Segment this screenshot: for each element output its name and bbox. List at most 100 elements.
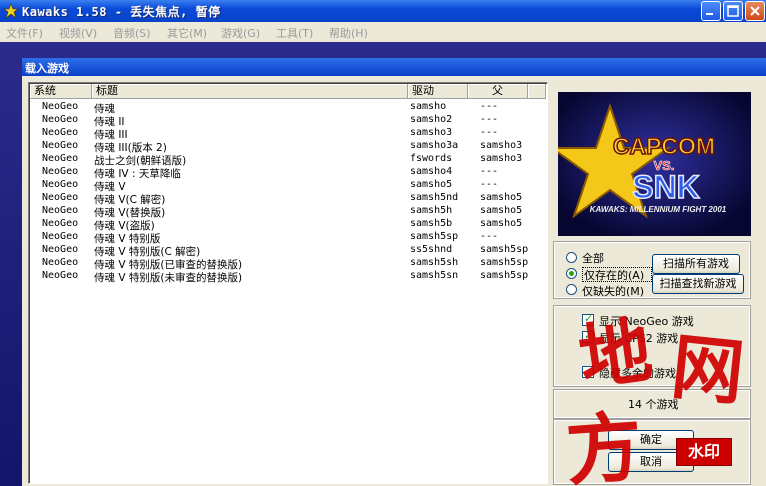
cell-system: NeoGeo	[42, 101, 79, 112]
table-row[interactable]: NeoGeo 侍魂 IV : 天草降临 samsho4 ---	[30, 166, 546, 180]
cell-system: NeoGeo	[42, 244, 79, 255]
cell-driver: samsh5sh	[410, 257, 459, 268]
column-header-filler	[528, 84, 546, 99]
radio-existing[interactable]	[566, 268, 577, 279]
load-game-dialog: 载入游戏 系统 标题 驱动 父 NeoGeo 侍魂 samsho --- NeoGeo 侍…	[22, 58, 766, 486]
table-row[interactable]: NeoGeo 侍魂 V 特别版(C 解密) ss5shnd samsh5sp	[30, 244, 546, 258]
cell-driver: samsh5h	[410, 205, 453, 216]
cell-system: NeoGeo	[42, 127, 79, 138]
table-row[interactable]: NeoGeo 侍魂 III samsho3 ---	[30, 127, 546, 141]
menu-file[interactable]: 文件(F)	[6, 25, 43, 41]
column-header-title[interactable]: 标题	[92, 84, 408, 99]
cell-driver: samsh5nd	[410, 192, 459, 203]
column-header-system[interactable]: 系统	[30, 84, 92, 99]
hide-extra-checkbox[interactable]	[582, 366, 594, 378]
show-neogeo-checkbox[interactable]	[582, 312, 594, 326]
cell-driver: samsh5b	[410, 218, 453, 229]
game-list[interactable]: 系统 标题 驱动 父 NeoGeo 侍魂 samsho --- NeoGeo 侍魂 II s…	[28, 82, 548, 484]
radio-missing-label: 仅缺失的(M)	[582, 285, 645, 298]
table-row[interactable]: NeoGeo 侍魂 II samsho2 ---	[30, 114, 546, 128]
table-row[interactable]: NeoGeo 侍魂 V 特别版(已审查的替换版) samsh5sh samsh5sp	[30, 257, 546, 271]
cell-parent: samsho5	[480, 192, 523, 203]
maximize-button[interactable]	[723, 1, 743, 21]
cell-parent: ---	[480, 231, 499, 242]
show-cps2-label: 显示 CPS2 游戏	[599, 332, 679, 345]
cell-parent: ---	[480, 101, 499, 112]
list-header: 系统 标题 驱动 父	[30, 84, 546, 99]
capcom-vs-snk-logo: CAPCOM VS. SNK KAWAKS: MILLENNIUM FIGHT …	[558, 92, 751, 236]
scan-all-games-button[interactable]: 扫描所有游戏	[652, 254, 740, 274]
cell-parent: samsho3	[480, 153, 523, 164]
menu-bar: 文件(F) 视频(V) 音频(S) 其它(M) 游戏(G) 工具(T) 帮助(H…	[0, 22, 766, 42]
cell-system: NeoGeo	[42, 114, 79, 125]
cell-parent: ---	[480, 114, 499, 125]
table-row[interactable]: NeoGeo 侍魂 V 特别版 samsh5sp ---	[30, 231, 546, 245]
cell-system: NeoGeo	[42, 257, 79, 268]
cell-system: NeoGeo	[42, 205, 79, 216]
logo-capcom: CAPCOM	[613, 133, 715, 159]
table-row[interactable]: NeoGeo 侍魂 V(替换版) samsh5h samsho5	[30, 205, 546, 219]
dialog-titlebar[interactable]: 载入游戏	[22, 58, 766, 76]
cancel-button[interactable]: 取消	[608, 452, 694, 472]
dialog-title: 载入游戏	[25, 62, 69, 75]
cell-system: NeoGeo	[42, 166, 79, 177]
cell-parent: samsh5sp	[480, 244, 529, 255]
show-cps2-checkbox[interactable]	[582, 329, 594, 343]
window-title: Kawaks 1.58 - 丢失焦点, 暂停	[22, 5, 221, 19]
column-header-parent[interactable]: 父	[468, 84, 528, 99]
cell-system: NeoGeo	[42, 179, 79, 190]
cell-parent: ---	[480, 127, 499, 138]
radio-missing[interactable]	[566, 284, 577, 295]
close-button[interactable]	[745, 1, 765, 21]
menu-audio[interactable]: 音频(S)	[113, 25, 151, 41]
cell-parent: samsho5	[480, 218, 523, 229]
cell-system: NeoGeo	[42, 270, 79, 281]
scan-new-games-button[interactable]: 扫描查找新游戏	[652, 274, 744, 294]
cell-parent: ---	[480, 179, 499, 190]
menu-help[interactable]: 帮助(H)	[329, 25, 368, 41]
cell-parent: ---	[480, 166, 499, 177]
ok-button[interactable]: 确定	[608, 430, 694, 450]
table-row[interactable]: NeoGeo 战士之剑(朝鲜语版) fswords samsho3	[30, 153, 546, 167]
menu-video[interactable]: 视频(V)	[59, 25, 97, 41]
cell-parent: samsho5	[480, 205, 523, 216]
column-header-driver[interactable]: 驱动	[408, 84, 468, 99]
cell-parent: samsh5sp	[480, 270, 529, 281]
table-row[interactable]: NeoGeo 侍魂 III(版本 2) samsho3a samsho3	[30, 140, 546, 154]
table-row[interactable]: NeoGeo 侍魂 V 特别版(未审查的替换版) samsh5sn samsh5sp	[30, 270, 546, 284]
maximize-icon	[727, 5, 739, 17]
table-row[interactable]: NeoGeo 侍魂 samsho ---	[30, 101, 546, 115]
logo-tagline: KAWAKS: MILLENNIUM FIGHT 2001	[590, 205, 727, 214]
cell-driver: samsh5sn	[410, 270, 459, 281]
table-row[interactable]: NeoGeo 侍魂 Vsamsho5 ---	[30, 179, 546, 193]
cell-driver: samsh5sp	[410, 231, 459, 242]
cell-driver: fswords	[410, 153, 453, 164]
cell-driver: samsho3	[410, 127, 453, 138]
window-titlebar[interactable]: Kawaks 1.58 - 丢失焦点, 暂停	[0, 0, 766, 22]
logo-snk: SNK	[632, 169, 700, 205]
close-icon	[750, 6, 760, 16]
cell-system: NeoGeo	[42, 140, 79, 151]
cell-driver: samsho	[410, 101, 447, 112]
cell-driver: samsho4	[410, 166, 453, 177]
cell-driver: samsho2	[410, 114, 453, 125]
show-neogeo-label: 显示 NeoGeo 游戏	[599, 315, 694, 328]
minimize-icon	[706, 13, 713, 15]
hide-extra-label: 隐藏多余的游戏	[599, 367, 676, 380]
cell-title: 侍魂 V 特别版(未审查的替换版)	[94, 272, 243, 284]
radio-all-label: 全部	[582, 252, 604, 265]
table-row[interactable]: NeoGeo 侍魂 V(盗版) samsh5b samsho5	[30, 218, 546, 232]
focus-rectangle	[582, 267, 652, 282]
menu-other[interactable]: 其它(M)	[167, 25, 207, 41]
minimize-button[interactable]	[701, 1, 721, 21]
menu-tools[interactable]: 工具(T)	[276, 25, 313, 41]
game-count: 14 个游戏	[628, 398, 679, 411]
cell-parent: samsho3	[480, 140, 523, 151]
radio-all[interactable]	[566, 252, 577, 263]
table-row[interactable]: NeoGeo 侍魂 V(C 解密) samsh5nd samsho5	[30, 192, 546, 206]
cell-system: NeoGeo	[42, 218, 79, 229]
cell-system: NeoGeo	[42, 192, 79, 203]
cell-driver: samsho5	[410, 179, 453, 190]
cell-system: NeoGeo	[42, 153, 79, 164]
menu-game[interactable]: 游戏(G)	[221, 25, 260, 41]
